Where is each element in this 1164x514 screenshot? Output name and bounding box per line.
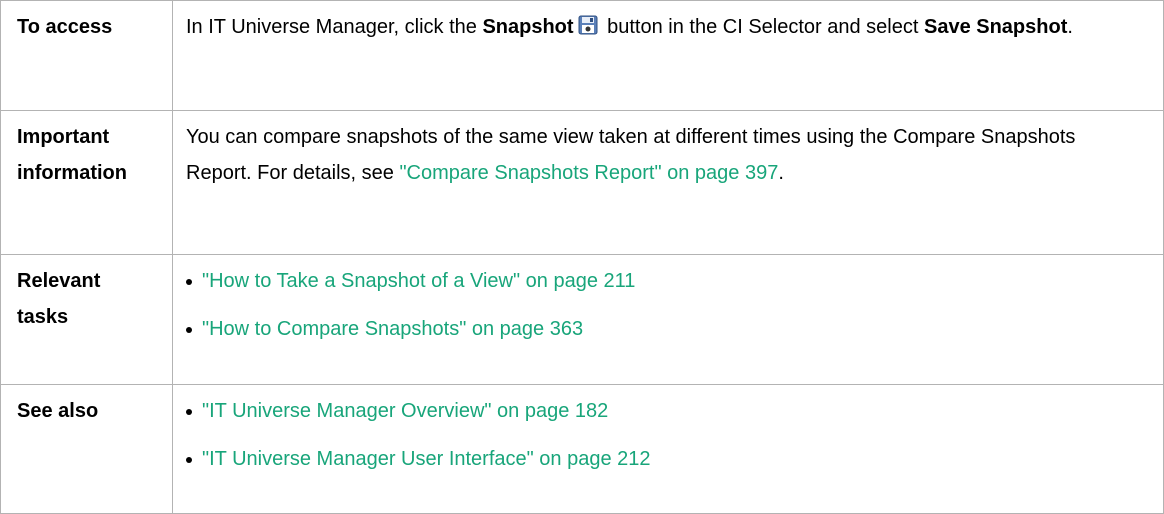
important-information-description: You can compare snapshots of the same vi… (172, 110, 1164, 255)
bullet-icon (186, 409, 192, 415)
to-access-text-2: button in the CI Selector and select (601, 16, 924, 38)
bullet-icon (186, 327, 192, 333)
row-see-also: See also "IT Universe Manager Overview" … (0, 384, 1164, 514)
to-access-text-1: In IT Universe Manager, click the (186, 16, 483, 38)
bullet-icon (186, 279, 192, 285)
list-item: "How to Compare Snapshots" on page 363 (186, 311, 1143, 347)
row-important-information: Important information You can compare sn… (0, 110, 1164, 255)
save-snapshot-term: Save Snapshot (923, 16, 1068, 38)
label-important-line1: Important (17, 126, 110, 148)
bullet-icon (186, 457, 192, 463)
label-see-also: See also (0, 384, 173, 514)
row-relevant-tasks: Relevant tasks "How to Take a Snapshot o… (0, 254, 1164, 385)
label-important-information: Important information (0, 110, 173, 255)
list-item: "How to Take a Snapshot of a View" on pa… (186, 263, 1143, 299)
important-text-end: . (778, 162, 784, 184)
see-also-list-cell: "IT Universe Manager Overview" on page 1… (172, 384, 1164, 514)
it-universe-manager-overview-link[interactable]: "IT Universe Manager Overview" on page 1… (202, 400, 608, 422)
label-to-access: To access (0, 0, 173, 111)
info-table: To access In IT Universe Manager, click … (0, 0, 1164, 514)
it-universe-manager-ui-link[interactable]: "IT Universe Manager User Interface" on … (202, 448, 651, 470)
how-to-compare-snapshots-link[interactable]: "How to Compare Snapshots" on page 363 (202, 318, 583, 340)
relevant-tasks-list: "How to Take a Snapshot of a View" on pa… (186, 263, 1143, 347)
compare-snapshots-report-link[interactable]: "Compare Snapshots Report" on page 397 (399, 162, 778, 184)
row-to-access: To access In IT Universe Manager, click … (0, 0, 1164, 111)
list-item: "IT Universe Manager Overview" on page 1… (186, 393, 1143, 429)
label-important-line2: information (17, 162, 127, 184)
list-item: "IT Universe Manager User Interface" on … (186, 441, 1143, 477)
snapshot-save-icon (578, 11, 598, 35)
relevant-tasks-list-cell: "How to Take a Snapshot of a View" on pa… (172, 254, 1164, 385)
to-access-description: In IT Universe Manager, click the Snapsh… (172, 0, 1164, 111)
to-access-text-3: . (1067, 16, 1073, 38)
see-also-list: "IT Universe Manager Overview" on page 1… (186, 393, 1143, 477)
label-relevant-line2: tasks (17, 306, 69, 328)
label-relevant-tasks: Relevant tasks (0, 254, 173, 385)
how-to-take-snapshot-link[interactable]: "How to Take a Snapshot of a View" on pa… (202, 270, 635, 292)
label-relevant-line1: Relevant (17, 270, 101, 292)
snapshot-term: Snapshot (482, 16, 574, 38)
